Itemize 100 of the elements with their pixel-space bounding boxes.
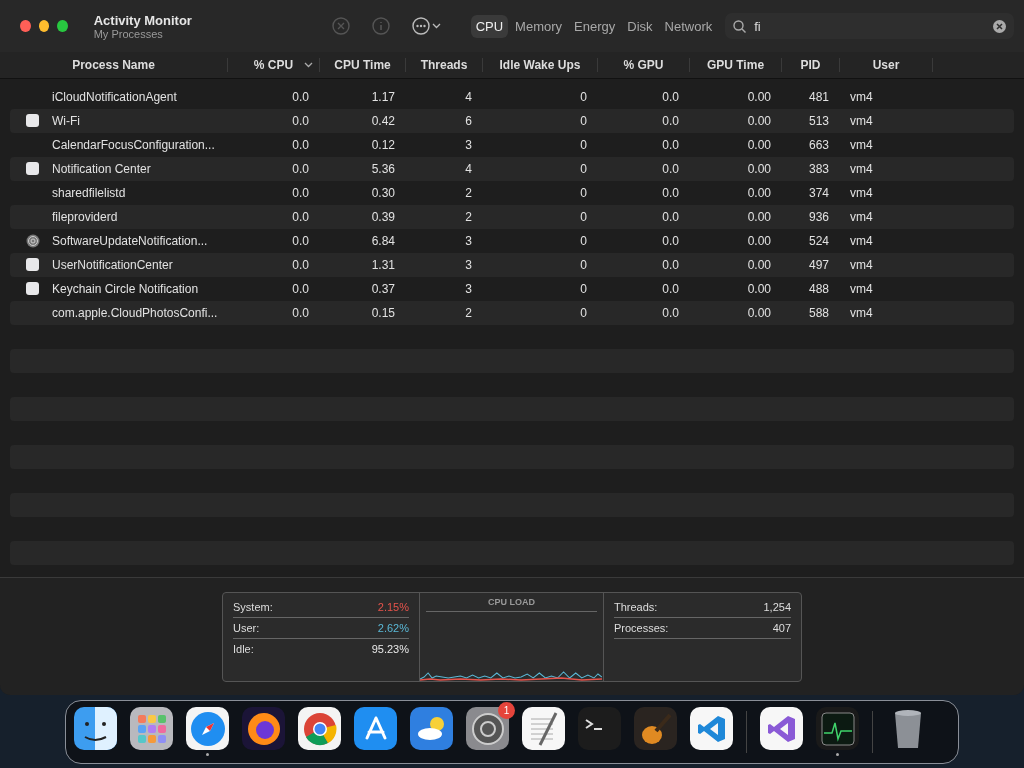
table-cell-text: 3 [464, 258, 473, 272]
chevron-down-icon [431, 23, 441, 29]
chart-title: CPU LOAD [426, 596, 597, 612]
column-header[interactable]: GPU Time [690, 58, 782, 72]
app-grid-icon[interactable] [130, 707, 173, 750]
table-cell-text: 0.00 [746, 138, 772, 152]
table-cell-text: 0.0 [661, 162, 680, 176]
more-button[interactable] [409, 15, 443, 37]
table-cell-text: vm4 [849, 90, 874, 104]
table-cell-text: 0.15 [370, 306, 396, 320]
table-cell: UserNotificationCenter [52, 258, 173, 272]
table-cell-text: 0 [579, 234, 588, 248]
fox-globe-icon[interactable] [242, 707, 285, 750]
table-cell-text: 2 [464, 186, 473, 200]
weather-icon[interactable] [410, 707, 453, 750]
table-cell-text: 0 [579, 162, 588, 176]
tab[interactable]: Disk [622, 14, 658, 38]
table-cell-text: vm4 [849, 162, 874, 176]
close-button[interactable] [20, 20, 31, 32]
table-row[interactable]: sharedfilelistd 0.0 0.30 2 0 0.0 0.00 374 vm4 [10, 181, 1014, 205]
tab[interactable]: Energy [569, 14, 621, 38]
table-row[interactable]: com.apple.CloudPhotosConfi... 0.0 0.15 2 0 0.0 0.00 588 vm4 [10, 301, 1014, 325]
chevron-down-icon [304, 62, 313, 68]
table-cell-text: 0 [579, 186, 588, 200]
gear-icon[interactable] [466, 707, 509, 750]
table-cell-text: 383 [807, 162, 830, 176]
column-header[interactable]: % GPU [598, 58, 690, 72]
table-cell-text: 0.42 [370, 114, 396, 128]
finder-icon[interactable] [74, 707, 117, 750]
compass-icon[interactable] [186, 707, 229, 750]
app-store-icon[interactable] [354, 707, 397, 750]
stat-label: User: [233, 621, 260, 634]
table-cell-text: 5.36 [370, 162, 396, 176]
table-cell: Notification Center [52, 162, 151, 176]
table-cell-text: vm4 [849, 210, 874, 224]
table-cell-text: 0.0 [661, 306, 680, 320]
table-cell-text: 0.0 [661, 258, 680, 272]
search-input[interactable]: fi [752, 17, 987, 35]
table-cell-text: 488 [807, 282, 830, 296]
column-header[interactable]: Threads [406, 58, 483, 72]
terminal-icon[interactable] [578, 707, 621, 750]
table-row[interactable]: SoftwareUpdateNotification... 0.0 6.84 3 0 0.0 0.00 524 vm4 [10, 229, 1014, 253]
table-cell-text: vm4 [849, 306, 874, 320]
column-header[interactable]: % CPU [228, 58, 320, 72]
table-cell-text: vm4 [849, 114, 874, 128]
table-cell-text: 0 [579, 210, 588, 224]
table-cell: SoftwareUpdateNotification... [52, 234, 208, 248]
more-icon [411, 17, 430, 35]
column-header[interactable]: User [840, 58, 933, 72]
table-cell-text: 663 [807, 138, 830, 152]
table-cell-text: 0.0 [291, 162, 310, 176]
table-cell-text: 3 [464, 138, 473, 152]
table-cell-text: 1.31 [370, 258, 396, 272]
table-row[interactable]: Wi-Fi 0.0 0.42 6 0 0.0 0.00 513 vm4 [10, 109, 1014, 133]
tab[interactable]: Network [659, 14, 718, 38]
table-cell-text: 2 [464, 210, 473, 224]
column-header[interactable]: Idle Wake Ups [483, 58, 598, 72]
table-cell-text: 0.0 [291, 234, 310, 248]
table-cell: Wi-Fi [52, 114, 80, 128]
table-cell-text: 0.0 [661, 186, 680, 200]
guitar-icon[interactable] [634, 707, 677, 750]
visual-editor-icon[interactable] [760, 707, 803, 750]
table-cell-text: 0.37 [370, 282, 396, 296]
gear-icon [26, 234, 40, 248]
activity-graph-icon[interactable] [816, 707, 859, 750]
table-cell-text: 374 [807, 186, 830, 200]
tab[interactable]: CPU [470, 14, 509, 38]
minimize-button[interactable] [38, 20, 50, 32]
stat-label: Threads: [614, 600, 658, 613]
table-cell-text: 0.0 [291, 90, 310, 104]
table-cell-text: 0 [579, 306, 588, 320]
table-cell-text: 0.0 [661, 114, 680, 128]
app-icon [26, 162, 39, 175]
table-cell-text: vm4 [849, 138, 874, 152]
table-cell: fileproviderd [52, 210, 118, 224]
column-header[interactable]: CPU Time [320, 58, 406, 72]
table-cell: sharedfilelistd [52, 186, 126, 200]
table-cell-text: 0 [579, 282, 588, 296]
zoom-button[interactable] [57, 20, 68, 32]
table-cell-text: 0.00 [746, 162, 772, 176]
clear-icon[interactable] [993, 19, 1006, 33]
table-row[interactable]: Keychain Circle Notification 0.0 0.37 3 0 0.0 0.00 488 vm4 [10, 277, 1014, 301]
table-row[interactable]: Notification Center 0.0 5.36 4 0 0.0 0.00 383 vm4 [10, 157, 1014, 181]
code-editor-icon[interactable] [690, 707, 733, 750]
column-header[interactable]: PID [782, 58, 840, 72]
stat-label: System: [233, 600, 273, 613]
table-cell-text: 4 [464, 90, 473, 104]
table-cell-text: 0.39 [370, 210, 396, 224]
stat-value: 407 [772, 621, 791, 634]
table-row[interactable]: iCloudNotificationAgent 0.0 1.17 4 0 0.0 0.00 481 vm4 [10, 85, 1014, 109]
stop-icon [331, 17, 350, 35]
notepad-icon[interactable] [522, 707, 565, 750]
table-row[interactable]: CalendarFocusConfiguration... 0.0 0.12 3 0 0.0 0.00 663 vm4 [10, 133, 1014, 157]
table-cell-text: 4 [464, 162, 473, 176]
table-row[interactable]: UserNotificationCenter 0.0 1.31 3 0 0.0 0.00 497 vm4 [10, 253, 1014, 277]
table-row[interactable]: fileproviderd 0.0 0.39 2 0 0.0 0.00 936 vm4 [10, 205, 1014, 229]
stat-value: 2.62% [377, 621, 409, 634]
column-header[interactable]: Process Name [0, 58, 228, 72]
tab[interactable]: Memory [510, 14, 568, 38]
search-field[interactable]: fi [725, 13, 1014, 39]
